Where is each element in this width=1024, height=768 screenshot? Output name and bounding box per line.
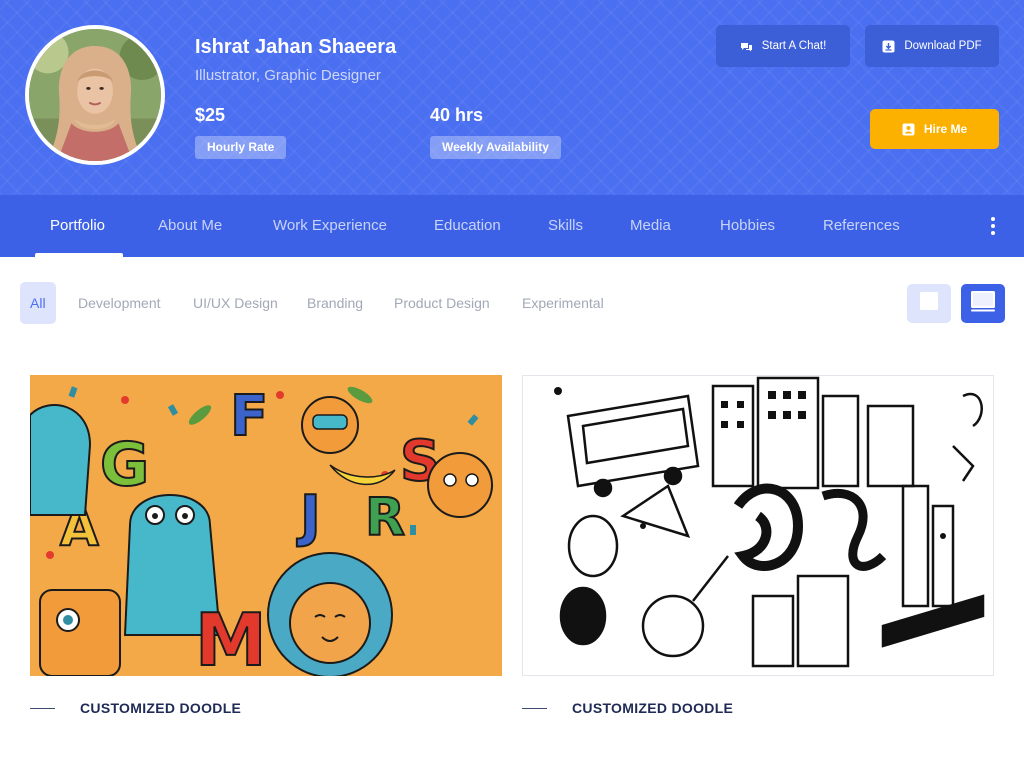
grid-view-button[interactable] — [907, 284, 951, 323]
download-icon — [882, 40, 895, 53]
start-chat-label: Start A Chat! — [761, 40, 827, 52]
portfolio-card-title[interactable]: CUSTOMIZED DOODLE — [572, 700, 733, 716]
tab-work-experience[interactable]: Work Experience — [273, 195, 387, 257]
tab-skills[interactable]: Skills — [548, 195, 583, 257]
chat-icon — [740, 41, 753, 52]
hourly-rate-value: $25 — [195, 105, 226, 125]
card-title-divider — [522, 708, 547, 709]
avatar — [25, 25, 165, 165]
profile-role: Illustrator, Graphic Designer — [195, 67, 381, 84]
svg-text:R: R — [365, 488, 405, 548]
tab-references[interactable]: References — [823, 195, 900, 257]
profile-header: Ishrat Jahan Shaeera Illustrator, Graphi… — [0, 0, 1024, 195]
profile-nav: Portfolio About Me Work Experience Educa… — [0, 195, 1024, 257]
download-pdf-label: Download PDF — [904, 40, 982, 52]
briefcase-icon — [902, 123, 915, 136]
tab-media[interactable]: Media — [630, 195, 671, 257]
start-chat-button[interactable]: Start A Chat! — [716, 25, 850, 67]
colorful-doodle-illustration: G F J S R A M — [30, 375, 502, 676]
svg-text:F: F — [230, 384, 268, 449]
city-doodle-illustration — [523, 376, 993, 675]
hire-me-button[interactable]: Hire Me — [870, 109, 999, 149]
filter-product-design[interactable]: Product Design — [394, 282, 490, 324]
avatar-photo — [29, 29, 161, 161]
tab-about-me[interactable]: About Me — [158, 195, 222, 257]
tab-portfolio[interactable]: Portfolio — [50, 195, 105, 257]
profile-name: Ishrat Jahan Shaeera — [195, 36, 397, 58]
filter-branding[interactable]: Branding — [307, 282, 363, 324]
filter-ui-ux-design[interactable]: UI/UX Design — [193, 282, 278, 324]
availability-value: 40 hrs — [430, 105, 484, 125]
kebab-menu-icon[interactable] — [984, 212, 1002, 240]
hourly-rate-badge: Hourly Rate — [195, 136, 287, 159]
hire-me-label: Hire Me — [923, 122, 968, 136]
grid-view-icon — [919, 291, 939, 316]
filter-development[interactable]: Development — [78, 282, 161, 324]
portfolio-card-image-city-doodle[interactable] — [522, 375, 994, 676]
svg-text:G: G — [100, 430, 149, 500]
tab-education[interactable]: Education — [434, 195, 501, 257]
list-view-icon — [970, 290, 996, 317]
svg-text:J: J — [296, 484, 321, 549]
download-pdf-button[interactable]: Download PDF — [865, 25, 999, 67]
card-title-divider — [30, 708, 55, 709]
filter-all[interactable]: All — [20, 282, 56, 324]
list-view-button[interactable] — [961, 284, 1005, 323]
svg-text:M: M — [195, 598, 267, 676]
portfolio-card-image-colorful-doodle[interactable]: G F J S R A M — [30, 375, 502, 676]
active-tab-indicator — [35, 253, 123, 257]
filter-experimental[interactable]: Experimental — [522, 282, 604, 324]
tab-hobbies[interactable]: Hobbies — [720, 195, 775, 257]
portfolio-card-title[interactable]: CUSTOMIZED DOODLE — [80, 700, 241, 716]
availability-badge: Weekly Availability — [430, 136, 561, 159]
